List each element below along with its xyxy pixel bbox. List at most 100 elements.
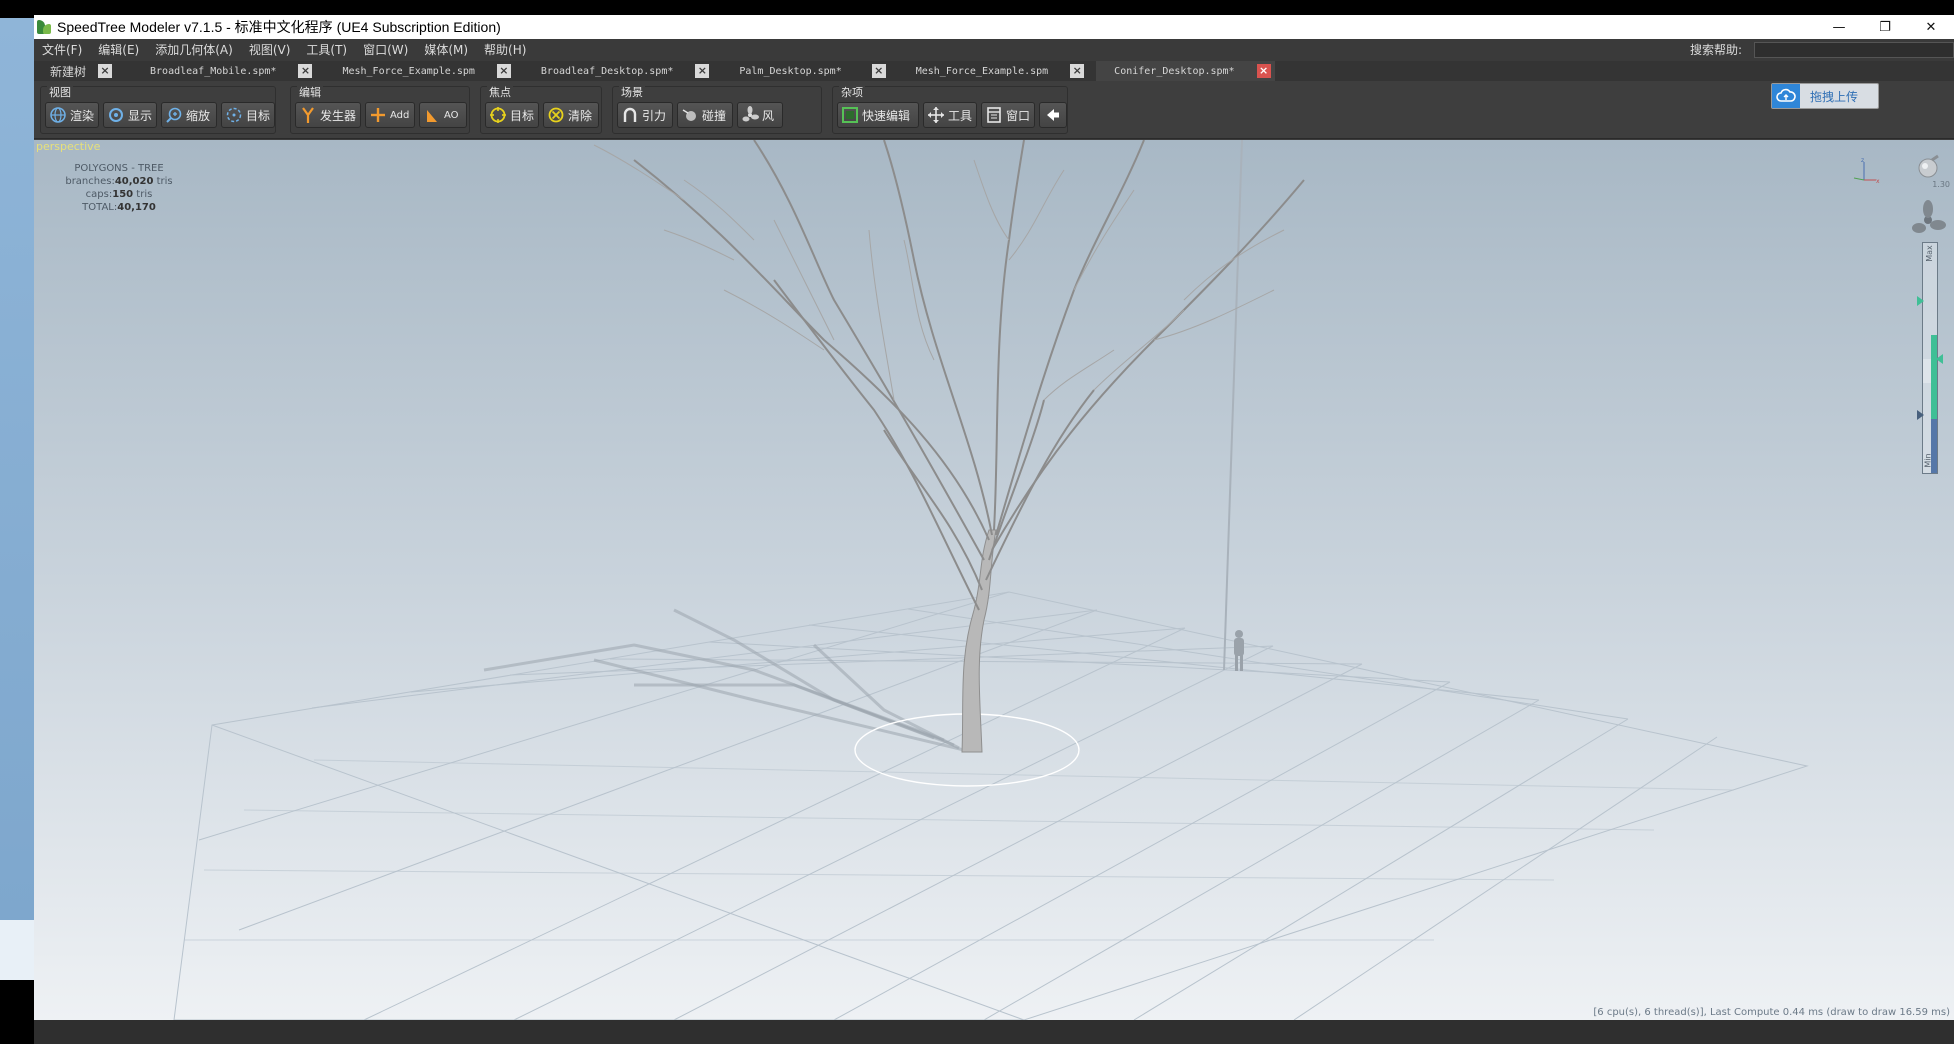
- arrow-left-icon: [1043, 105, 1063, 125]
- button-label: Add: [390, 109, 410, 121]
- tab-close-icon[interactable]: ×: [1070, 64, 1085, 78]
- drag-upload-button[interactable]: 拖拽上传: [1771, 83, 1879, 109]
- fan-icon: [740, 105, 760, 125]
- tab-label: Conifer_Desktop.spm*: [1114, 65, 1235, 77]
- magnet-icon: [620, 105, 640, 125]
- main-toolbar: 视图 渲染 显示 缩放 目标 编辑 发生器 Add AO 焦点 目标 清除 场景…: [34, 81, 1954, 139]
- menu-media[interactable]: 媒体(M): [416, 39, 476, 61]
- menu-tools[interactable]: 工具(T): [298, 39, 355, 61]
- tab-mesh-force-example[interactable]: Mesh_Force_Example.spm ×: [332, 61, 511, 81]
- quick-edit-button[interactable]: 快速编辑: [837, 102, 919, 128]
- lod-slider[interactable]: Max Min: [1917, 242, 1943, 474]
- add-button[interactable]: Add: [365, 102, 415, 128]
- lod-max-label: Max: [1924, 245, 1934, 262]
- height-reference-pole: [1223, 140, 1243, 671]
- tab-close-icon[interactable]: ×: [496, 64, 511, 78]
- branches-unit: tris: [153, 176, 173, 187]
- magnifier-icon: [164, 105, 184, 125]
- branches-value: 40,020: [114, 176, 154, 187]
- button-label: 目标: [509, 108, 534, 123]
- svg-text:x: x: [1876, 178, 1880, 185]
- window-controls: — ❐ ✕: [1816, 15, 1954, 39]
- status-strip: [34, 1020, 1954, 1044]
- group-label: 焦点: [487, 84, 513, 100]
- 3d-viewport[interactable]: perspective POLYGONS - TREE branches:40,…: [34, 140, 1954, 1020]
- clear-focus-button[interactable]: 清除: [543, 102, 599, 128]
- desktop-pale-strip: [0, 920, 34, 980]
- branches-label: branches:: [65, 176, 115, 187]
- tab-close-icon[interactable]: ×: [871, 64, 886, 78]
- upload-label: 拖拽上传: [1810, 89, 1859, 104]
- target-view-button[interactable]: 目标: [221, 102, 275, 128]
- tab-close-icon[interactable]: ×: [298, 64, 313, 78]
- tab-close-icon[interactable]: ×: [1256, 64, 1271, 78]
- globe-icon: [48, 105, 68, 125]
- maximize-button[interactable]: ❐: [1862, 15, 1908, 39]
- collision-ball-icon: [680, 105, 700, 125]
- caps-label: caps:: [85, 189, 113, 200]
- zoom-button[interactable]: 缩放: [161, 102, 217, 128]
- ground-grid: [173, 591, 1809, 1020]
- menu-help[interactable]: 帮助(H): [476, 39, 534, 61]
- tab-label: Mesh_Force_Example.spm: [915, 65, 1049, 77]
- stats-total: TOTAL:40,170: [64, 201, 174, 214]
- generator-button[interactable]: 发生器: [295, 102, 361, 128]
- camera-mode-label: perspective: [36, 140, 101, 153]
- total-label: TOTAL:: [82, 202, 118, 213]
- performance-readout: [6 cpu(s), 6 thread(s)], Last Compute 0.…: [1593, 1007, 1950, 1018]
- tab-mesh-force-example-2[interactable]: Mesh_Force_Example.spm ×: [906, 61, 1085, 81]
- menu-window[interactable]: 窗口(W): [355, 39, 416, 61]
- axis-gizmo-icon: zx: [1850, 157, 1880, 186]
- search-help-input[interactable]: [1754, 42, 1954, 58]
- focus-target-button[interactable]: 目标: [485, 102, 539, 128]
- button-label: 目标: [245, 108, 270, 123]
- collapse-toolbar-button[interactable]: [1039, 102, 1067, 128]
- button-label: 工具: [947, 108, 972, 123]
- tree-trunk: [961, 529, 997, 753]
- render-button[interactable]: 渲染: [45, 102, 99, 128]
- eye-icon: [106, 105, 126, 125]
- wind-button[interactable]: 风: [737, 102, 783, 128]
- tab-broadleaf-desktop[interactable]: Broadleaf_Desktop.spm* ×: [531, 61, 710, 81]
- caps-unit: tris: [133, 189, 153, 200]
- tab-close-icon[interactable]: ×: [695, 64, 710, 78]
- wind-fan-icon[interactable]: [1910, 200, 1946, 240]
- tab-broadleaf-mobile[interactable]: Broadleaf_Mobile.spm* ×: [140, 61, 313, 81]
- button-label: 渲染: [69, 108, 94, 123]
- lod-handle-high[interactable]: [1917, 296, 1924, 306]
- menu-add-geometry[interactable]: 添加几何体(A): [147, 39, 241, 61]
- tools-button[interactable]: 工具: [923, 102, 977, 128]
- button-label: 发生器: [319, 108, 356, 123]
- lod-handle-low[interactable]: [1917, 410, 1924, 420]
- total-value: 40,170: [117, 202, 156, 213]
- button-label: 引力: [642, 108, 667, 123]
- ao-button[interactable]: AO: [419, 102, 467, 128]
- close-button[interactable]: ✕: [1908, 15, 1954, 39]
- lod-handle-current[interactable]: [1936, 354, 1943, 364]
- toolbar-group-focus: 焦点 目标 清除: [480, 84, 602, 134]
- tab-close-icon[interactable]: ×: [98, 64, 113, 78]
- window-button[interactable]: 窗口: [981, 102, 1035, 128]
- menu-view[interactable]: 视图(V): [241, 39, 299, 61]
- menu-edit[interactable]: 编辑(E): [90, 39, 147, 61]
- tab-label: Broadleaf_Desktop.spm*: [540, 65, 674, 77]
- minimize-button[interactable]: —: [1816, 15, 1862, 39]
- menu-bar: 文件(F) 编辑(E) 添加几何体(A) 视图(V) 工具(T) 窗口(W) 媒…: [34, 39, 1954, 61]
- button-label: 风: [762, 108, 775, 123]
- desktop-wallpaper-strip: [0, 18, 34, 920]
- gravity-button[interactable]: 引力: [617, 102, 673, 128]
- svg-text:z: z: [1861, 158, 1864, 164]
- plus-icon: [368, 105, 388, 125]
- toolbar-group-edit: 编辑 发生器 Add AO: [290, 84, 470, 134]
- tab-new-tree[interactable]: 新建树 ×: [34, 61, 113, 81]
- stats-branches: branches:40,020 tris: [64, 175, 174, 188]
- collision-button[interactable]: 碰撞: [677, 102, 733, 128]
- display-button[interactable]: 显示: [103, 102, 157, 128]
- menu-file[interactable]: 文件(F): [34, 39, 90, 61]
- tab-palm-desktop[interactable]: Palm_Desktop.spm* ×: [729, 61, 886, 81]
- light-intensity-value: 1.30: [1932, 180, 1950, 189]
- tree-twigs: [593, 144, 1285, 401]
- title-bar: SpeedTree Modeler v7.1.5 - 标准中文化程序 (UE4 …: [34, 15, 1954, 39]
- lod-range-green: [1931, 335, 1937, 419]
- tab-conifer-desktop[interactable]: Conifer_Desktop.spm* ×: [1096, 61, 1275, 81]
